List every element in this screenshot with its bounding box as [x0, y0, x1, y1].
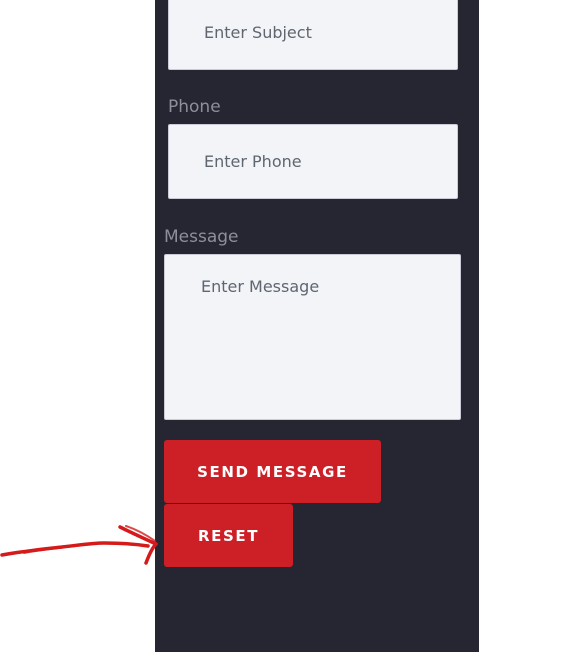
- phone-input[interactable]: Enter Phone: [168, 124, 458, 199]
- message-textarea[interactable]: Enter Message: [164, 254, 461, 420]
- message-label: Message: [164, 227, 239, 247]
- phone-placeholder: Enter Phone: [204, 151, 302, 171]
- hand-drawn-red-arrow-icon: [0, 525, 158, 565]
- subject-input[interactable]: Enter Subject: [168, 0, 458, 70]
- page: Enter Subject Phone Enter Phone Message …: [0, 0, 572, 652]
- reset-button[interactable]: RESET: [164, 504, 293, 567]
- message-placeholder: Enter Message: [201, 277, 320, 296]
- phone-label: Phone: [168, 97, 221, 117]
- subject-placeholder: Enter Subject: [204, 23, 312, 42]
- send-message-button[interactable]: SEND MESSAGE: [164, 440, 381, 503]
